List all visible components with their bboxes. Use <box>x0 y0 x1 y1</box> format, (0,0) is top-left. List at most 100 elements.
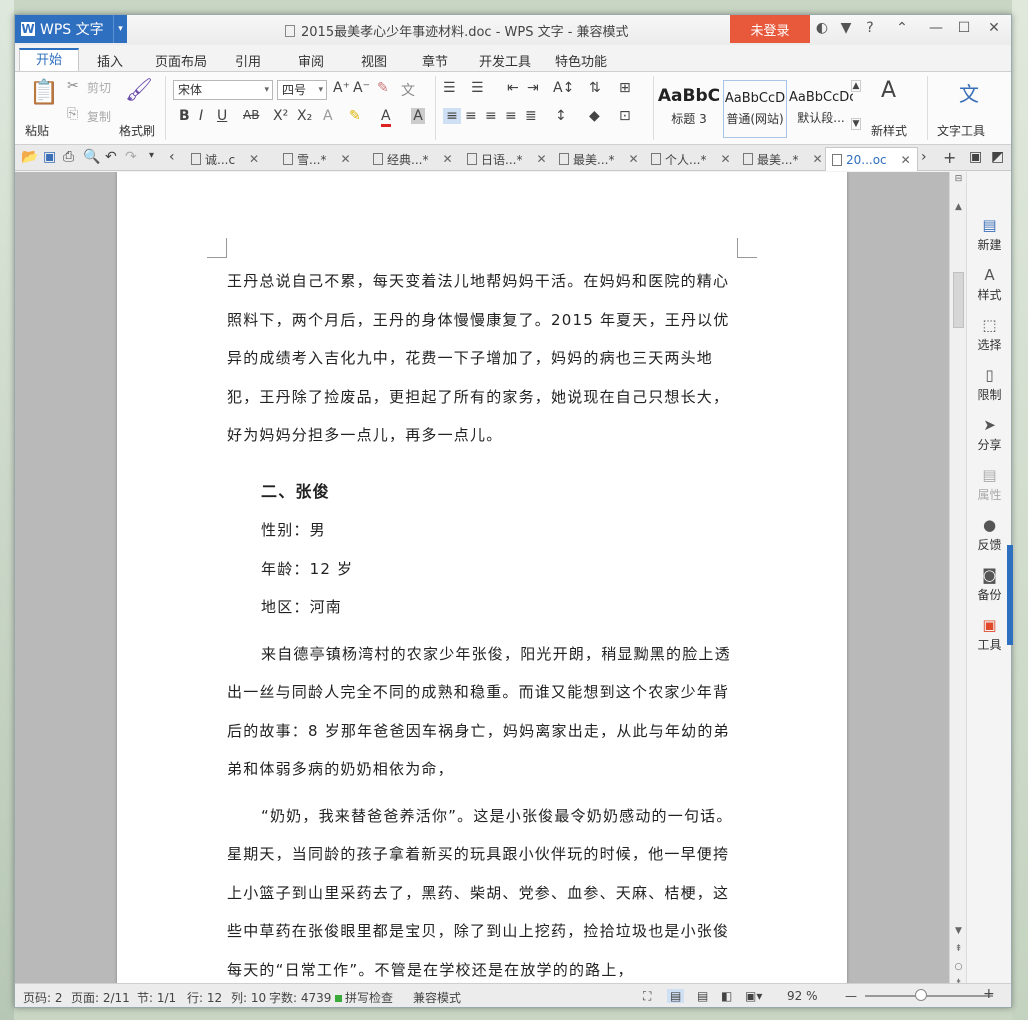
align-center-icon[interactable]: ≡ <box>465 108 477 124</box>
bullet-list-icon[interactable]: ☰ <box>443 80 456 96</box>
clipboard-icon[interactable]: 📋 <box>29 78 59 106</box>
tab-list-icon[interactable]: ▣ <box>969 149 982 165</box>
strikethrough-icon[interactable]: AB <box>243 108 259 122</box>
justify-icon[interactable]: ≡ <box>505 108 517 124</box>
panel-tools[interactable]: ▣ 工具 <box>967 616 1012 653</box>
chevron-down-icon[interactable]: ▾ <box>113 15 127 43</box>
login-button[interactable]: 未登录 <box>730 15 810 43</box>
panel-styles[interactable]: A 样式 <box>967 266 1012 303</box>
cut-button[interactable]: 剪切 <box>87 79 111 96</box>
text-tools-icon[interactable]: 文 <box>959 78 979 107</box>
vertical-scrollbar[interactable]: ⊟ ▲ ▼ ⇞ ○ ⇟ <box>949 172 967 988</box>
grow-font-icon[interactable]: A⁺ <box>333 80 350 96</box>
panel-select[interactable]: ⬚ 选择 <box>967 316 1012 353</box>
scroll-down-icon[interactable]: ▼ <box>950 926 967 936</box>
close-tab-icon[interactable]: ✕ <box>720 152 730 166</box>
tabs-scroll-left-icon[interactable]: ‹ <box>169 149 175 165</box>
highlight-icon[interactable]: ✎ <box>349 108 361 124</box>
shirt-icon[interactable]: ▼ <box>837 20 855 36</box>
italic-icon[interactable]: I <box>199 108 203 124</box>
table-borders-icon[interactable]: ⊞ <box>619 80 631 96</box>
redo-icon[interactable]: ↷ <box>125 149 137 165</box>
char-shading-icon[interactable]: A <box>411 108 425 124</box>
tab-references[interactable]: 引用 <box>235 51 261 70</box>
status-word-count[interactable]: 字数: 4739 <box>269 989 331 1006</box>
help-icon[interactable]: ? <box>861 20 879 36</box>
style-normal-web[interactable]: AaBbCcD 普通(网站) <box>723 80 787 138</box>
outline-view-icon[interactable]: ▤ <box>697 989 708 1003</box>
skin-icon[interactable]: ◐ <box>813 20 831 36</box>
font-size-select[interactable]: 四号 <box>277 80 327 100</box>
doc-tab[interactable]: 日语...* ✕ <box>467 149 547 169</box>
page-view-icon[interactable]: ▤ <box>667 989 685 1003</box>
tab-review[interactable]: 审阅 <box>298 51 324 70</box>
copy-button[interactable]: 复制 <box>87 108 111 125</box>
decrease-indent-icon[interactable]: ⇤ <box>507 80 519 96</box>
panel-feedback[interactable]: ● 反馈 <box>967 516 1012 553</box>
zoom-out-icon[interactable]: — <box>845 989 857 1003</box>
collapse-ribbon-icon[interactable]: ⌃ <box>893 20 911 36</box>
close-icon[interactable]: ✕ <box>985 20 1003 36</box>
style-scroll-down-icon[interactable]: ▼ <box>851 118 861 130</box>
doc-tab[interactable]: 个人...* ✕ <box>651 149 731 169</box>
text-direction-icon[interactable]: A↕ <box>553 80 574 96</box>
panel-new[interactable]: ▤ 新建 <box>967 216 1012 253</box>
open-folder-icon[interactable]: 📂 <box>21 149 38 165</box>
web-view-icon[interactable]: ◧ <box>721 989 732 1003</box>
underline-icon[interactable]: U <box>217 108 227 124</box>
numbered-list-icon[interactable]: ☰ <box>471 80 484 96</box>
print-icon[interactable]: ⎙ <box>63 149 74 165</box>
doc-tab[interactable]: 雪...* ✕ <box>283 149 351 169</box>
fullscreen-icon[interactable]: ⛶ <box>643 989 651 1004</box>
new-tab-icon[interactable]: + <box>943 148 956 167</box>
border-icon[interactable]: ⊡ <box>619 108 631 124</box>
quick-access-dropdown-icon[interactable]: ▾ <box>149 150 154 161</box>
document-area[interactable]: 王丹总说自己不累，每天变着法儿地帮妈妈干活。在妈妈和医院的精心照料下，两个月后，… <box>15 172 949 983</box>
increase-indent-icon[interactable]: ⇥ <box>527 80 539 96</box>
close-tab-icon[interactable]: ✕ <box>901 153 911 167</box>
superscript-icon[interactable]: X² <box>273 108 288 124</box>
tab-view[interactable]: 视图 <box>361 51 387 70</box>
zoom-slider[interactable] <box>865 989 993 1001</box>
phonetic-icon[interactable]: 文 <box>401 80 415 100</box>
close-tab-icon[interactable]: ✕ <box>442 152 452 166</box>
tab-chapter[interactable]: 章节 <box>422 51 448 70</box>
tab-insert[interactable]: 插入 <box>97 51 123 70</box>
minimize-icon[interactable]: — <box>927 20 945 36</box>
new-style-icon[interactable]: A <box>881 78 896 103</box>
copy-icon[interactable]: ⎘ <box>67 106 78 122</box>
doc-tab[interactable]: 诚...c ✕ <box>191 149 259 169</box>
tab-window-icon[interactable]: ◩ <box>991 149 1004 165</box>
undo-icon[interactable]: ↶ <box>105 149 117 165</box>
maximize-icon[interactable]: ☐ <box>955 20 973 36</box>
new-style-button[interactable]: 新样式 <box>871 122 907 139</box>
reading-view-icon[interactable]: ▣▾ <box>745 989 762 1003</box>
style-scroll-up-icon[interactable]: ▲ <box>851 80 861 92</box>
distributed-icon[interactable]: ≣ <box>525 108 537 124</box>
zoom-level[interactable]: 92 % <box>787 989 818 1003</box>
scroll-thumb[interactable] <box>953 272 964 328</box>
line-spacing-icon[interactable]: ↕ <box>555 108 567 124</box>
text-effect-icon[interactable]: A <box>323 108 333 124</box>
scroll-up-icon[interactable]: ▲ <box>950 202 967 212</box>
tab-page-layout[interactable]: 页面布局 <box>155 51 207 70</box>
clear-format-icon[interactable]: ✎ <box>377 80 389 96</box>
shrink-font-icon[interactable]: A⁻ <box>353 80 370 96</box>
close-tab-icon[interactable]: ✕ <box>628 152 638 166</box>
sort-icon[interactable]: ⇅ <box>589 80 601 96</box>
save-icon[interactable]: ▣ <box>43 149 56 165</box>
font-color-icon[interactable]: A <box>381 108 391 127</box>
panel-expand-handle[interactable] <box>1007 545 1013 645</box>
tab-developer[interactable]: 开发工具 <box>479 51 531 70</box>
panel-restrict[interactable]: ▯ 限制 <box>967 366 1012 403</box>
align-right-icon[interactable]: ≡ <box>485 108 497 124</box>
scissors-icon[interactable]: ✂ <box>67 78 79 94</box>
zoom-slider-knob[interactable] <box>915 989 928 1001</box>
paste-button[interactable]: 粘贴 <box>25 122 49 139</box>
panel-backup[interactable]: ◙ 备份 <box>967 566 1012 603</box>
document-body[interactable]: 王丹总说自己不累，每天变着法儿地帮妈妈干活。在妈妈和医院的精心照料下，两个月后，… <box>227 262 737 983</box>
close-tab-icon[interactable]: ✕ <box>536 152 546 166</box>
paragraph-shading-icon[interactable]: ◆ <box>589 108 600 124</box>
panel-properties[interactable]: ▤ 属性 <box>967 466 1012 503</box>
font-family-select[interactable]: 宋体 <box>173 80 273 100</box>
